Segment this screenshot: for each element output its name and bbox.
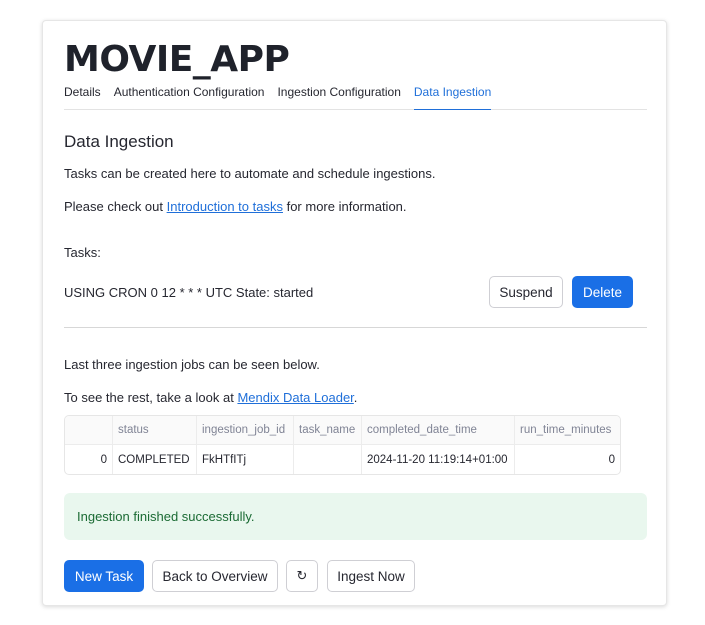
- table-row: 0 COMPLETED FkHTfITj 2024-11-20 11:19:14…: [65, 445, 620, 474]
- jobs-intro-text: Last three ingestion jobs can be seen be…: [64, 357, 320, 372]
- app-card: MOVIE_APP Details Authentication Configu…: [42, 20, 667, 606]
- column-header-task-name[interactable]: task_name: [294, 416, 362, 444]
- tab-bar: Details Authentication Configuration Ing…: [64, 83, 647, 110]
- task-description: USING CRON 0 12 * * * UTC State: started: [64, 285, 314, 300]
- refresh-icon: ↻: [296, 568, 308, 584]
- section-divider: [64, 327, 647, 328]
- tasks-intro-text: Tasks can be created here to automate an…: [64, 166, 436, 181]
- tab-ingestion-configuration[interactable]: Ingestion Configuration: [277, 83, 400, 110]
- jobs-help-text: To see the rest, take a look at Mendix D…: [64, 390, 357, 405]
- tasks-help-text: Please check out Introduction to tasks f…: [64, 199, 407, 214]
- cell-completed-date-time[interactable]: 2024-11-20 11:19:14+01:00: [362, 445, 515, 474]
- section-title: Data Ingestion: [64, 132, 174, 151]
- app-title: MOVIE_APP: [64, 39, 290, 80]
- tasks-help-suffix: for more information.: [282, 199, 407, 214]
- table-header-row: status ingestion_job_id task_name comple…: [65, 416, 620, 445]
- column-header-index[interactable]: [65, 416, 113, 444]
- back-to-overview-button[interactable]: Back to Overview: [152, 560, 278, 592]
- column-header-completed-date-time[interactable]: completed_date_time: [362, 416, 515, 444]
- column-header-status[interactable]: status: [113, 416, 197, 444]
- jobs-help-prefix: To see the rest, take a look at: [64, 390, 238, 405]
- cell-index[interactable]: 0: [65, 445, 113, 474]
- cell-run-time-minutes[interactable]: 0: [515, 445, 620, 474]
- tasks-help-prefix: Please check out: [64, 199, 167, 214]
- jobs-help-suffix: .: [353, 390, 358, 405]
- mendix-data-loader-link[interactable]: Mendix Data Loader: [237, 390, 353, 405]
- column-header-run-time-minutes[interactable]: run_time_minutes: [515, 416, 620, 444]
- tasks-label: Tasks:: [64, 245, 101, 260]
- success-message: Ingestion finished successfully.: [77, 509, 255, 524]
- tab-authentication-configuration[interactable]: Authentication Configuration: [114, 83, 265, 110]
- tab-data-ingestion[interactable]: Data Ingestion: [413, 83, 492, 110]
- ingestion-jobs-table: status ingestion_job_id task_name comple…: [64, 415, 621, 475]
- suspend-task-button[interactable]: Suspend: [489, 276, 563, 308]
- new-task-button[interactable]: New Task: [64, 560, 144, 592]
- cell-status[interactable]: COMPLETED: [113, 445, 197, 474]
- introduction-to-tasks-link[interactable]: Introduction to tasks: [167, 199, 283, 214]
- cell-task-name[interactable]: [294, 445, 362, 474]
- refresh-button[interactable]: ↻: [286, 560, 318, 592]
- ingest-now-button[interactable]: Ingest Now: [327, 560, 415, 592]
- column-header-ingestion-job-id[interactable]: ingestion_job_id: [197, 416, 294, 444]
- delete-task-button[interactable]: Delete: [572, 276, 633, 308]
- cell-ingestion-job-id[interactable]: FkHTfITj: [197, 445, 294, 474]
- tab-details[interactable]: Details: [64, 83, 101, 110]
- success-alert: Ingestion finished successfully.: [64, 493, 647, 540]
